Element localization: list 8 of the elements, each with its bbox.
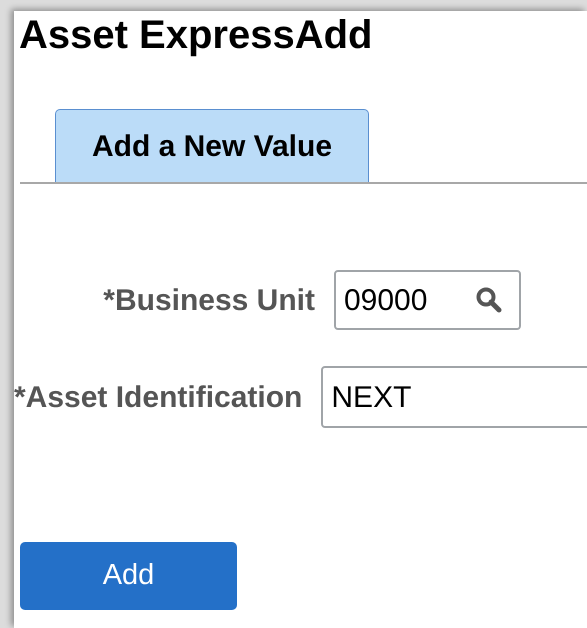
search-icon[interactable] xyxy=(475,286,503,314)
field-label: *Business Unit xyxy=(102,282,316,318)
page-title: Asset ExpressAdd xyxy=(18,12,372,55)
add-button[interactable]: Add xyxy=(20,542,237,610)
input-field[interactable]: NEXT xyxy=(321,366,587,428)
field-label: *Asset Identification xyxy=(14,380,304,416)
tab[interactable]: Add a New Value xyxy=(55,109,369,182)
lookup-field[interactable]: 09000 xyxy=(334,270,521,330)
